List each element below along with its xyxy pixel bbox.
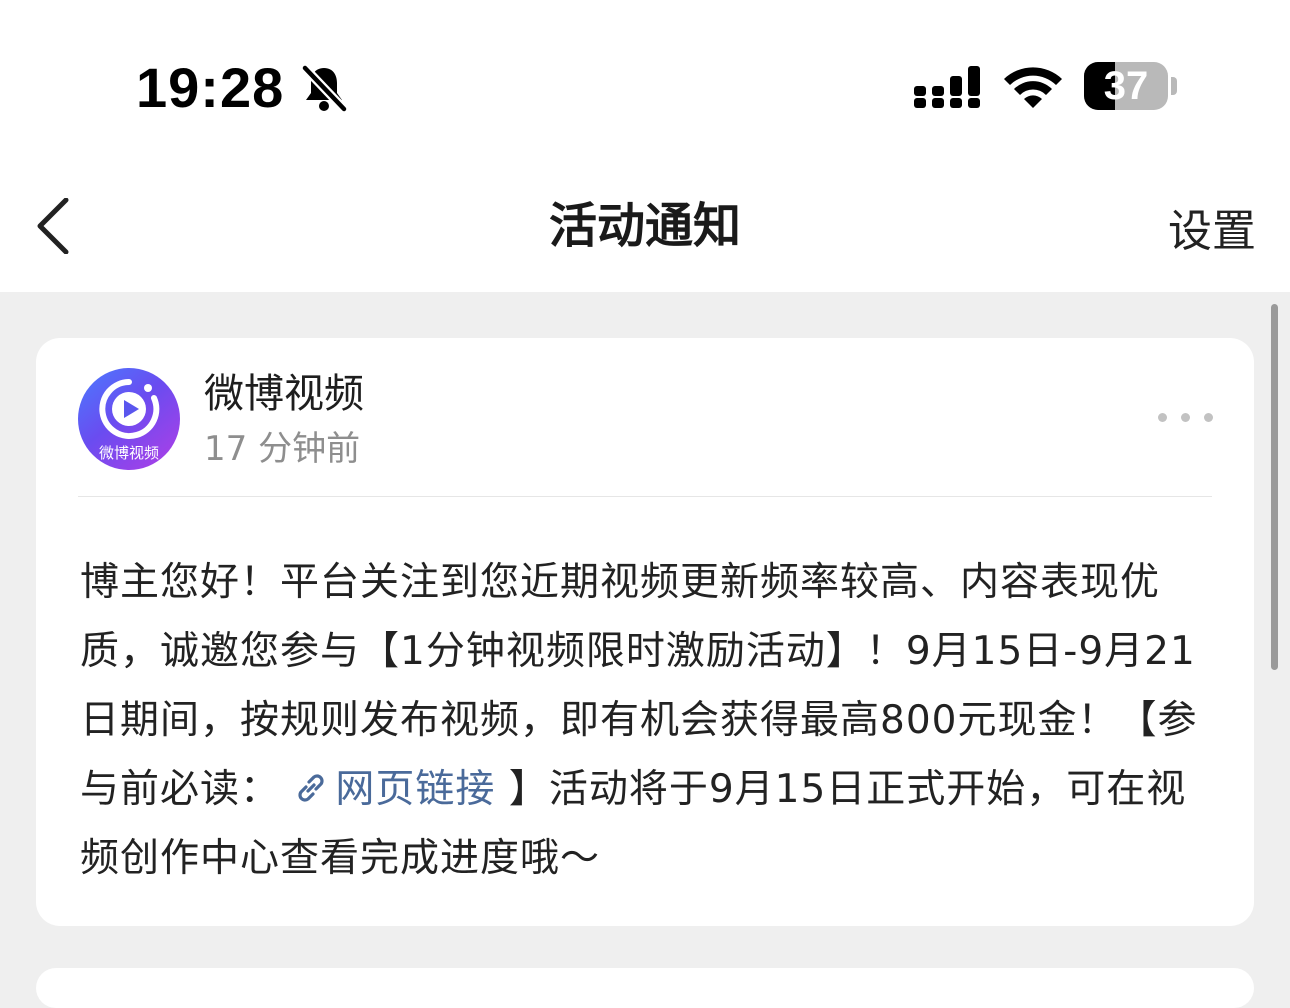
- bell-slash-icon: [298, 62, 350, 114]
- notification-list[interactable]: 微博视频 微博视频 17 分钟前 博主您好！平台关注到您近期视频更新频率较高、内…: [0, 292, 1290, 1008]
- web-link[interactable]: 网页链接: [293, 767, 508, 812]
- more-dots-icon: [1158, 413, 1167, 422]
- scrollbar[interactable]: [1271, 304, 1278, 670]
- page-title: 活动通知: [548, 198, 741, 254]
- post-time: 17 分钟前: [204, 429, 361, 469]
- sender-name[interactable]: 微博视频: [204, 368, 364, 420]
- status-bar: 19:28 37: [0, 0, 1290, 160]
- chevron-left-icon: [37, 198, 69, 254]
- notification-message: 博主您好！平台关注到您近期视频更新频率较高、内容表现优质，诚邀您参与【1分钟视频…: [80, 548, 1220, 893]
- avatar-caption: 微博视频: [98, 444, 159, 462]
- play-icon: [99, 379, 160, 439]
- nav-bar: 活动通知 设置: [0, 160, 1290, 292]
- settings-button[interactable]: 设置: [1168, 200, 1256, 264]
- web-link-label: 网页链接: [335, 767, 496, 812]
- notification-card[interactable]: 微博视频 微博视频 17 分钟前 博主您好！平台关注到您近期视频更新频率较高、内…: [36, 338, 1254, 926]
- link-icon: [298, 774, 325, 802]
- more-dots-icon: [1181, 413, 1190, 422]
- more-options-button[interactable]: [1154, 400, 1218, 434]
- battery-cap: [1171, 77, 1177, 95]
- divider: [78, 496, 1212, 497]
- avatar[interactable]: 微博视频: [78, 368, 180, 470]
- cellular-signal-icon: [914, 66, 982, 110]
- battery-icon: 37: [1084, 62, 1168, 110]
- status-time: 19:28: [136, 56, 285, 119]
- notification-card-next[interactable]: [36, 968, 1254, 1008]
- back-button[interactable]: [24, 184, 88, 268]
- battery-level-text: 37: [1103, 64, 1149, 108]
- more-dots-icon: [1204, 413, 1213, 422]
- wifi-icon: [1002, 64, 1064, 110]
